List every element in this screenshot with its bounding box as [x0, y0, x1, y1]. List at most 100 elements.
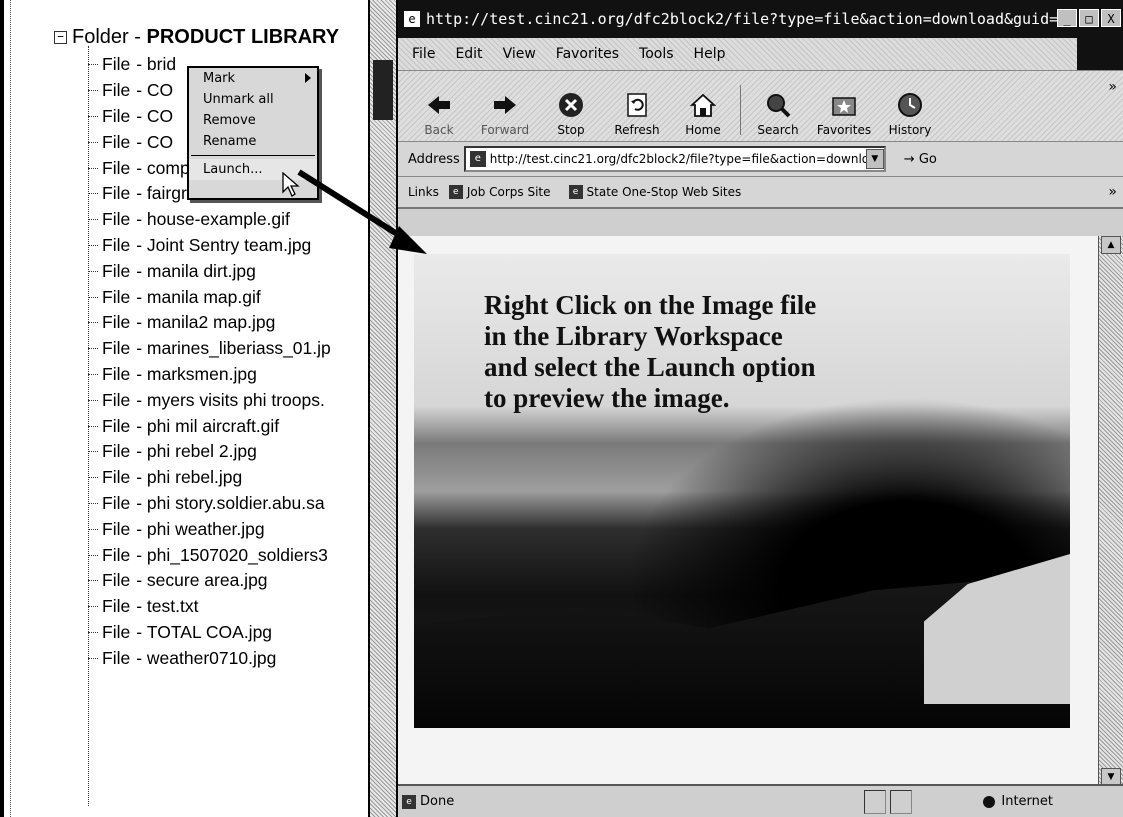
home-icon: [689, 93, 717, 117]
list-item[interactable]: File - marines_liberiass_01.jp: [88, 336, 331, 362]
instruction-caption: Right Click on the Image file in the Lib…: [484, 290, 816, 414]
menu-view[interactable]: View: [503, 46, 536, 62]
history-button[interactable]: History: [877, 91, 943, 141]
back-button[interactable]: Back: [406, 91, 472, 141]
menu-tools[interactable]: Tools: [639, 46, 674, 62]
collapse-icon[interactable]: −: [54, 31, 67, 44]
stop-button[interactable]: Stop: [538, 91, 604, 141]
search-icon: [767, 94, 791, 118]
links-more-chevron[interactable]: »: [1108, 184, 1117, 200]
annotation-arrow: [297, 169, 427, 254]
menu-separator: [191, 155, 315, 156]
search-label: Search: [757, 123, 799, 137]
file-sep: -: [136, 260, 143, 281]
list-item[interactable]: File - manila map.gif: [88, 284, 331, 310]
favorites-button[interactable]: Favorites: [811, 91, 877, 141]
list-item[interactable]: File - phi weather.jpg: [88, 516, 331, 542]
list-item[interactable]: File - myers visits phi troops.: [88, 387, 331, 413]
toolbar-more-chevron[interactable]: »: [1108, 79, 1117, 95]
list-item[interactable]: File - manila2 map.jpg: [88, 310, 331, 336]
menu-file[interactable]: File: [412, 46, 435, 62]
file-name: test.txt: [146, 596, 199, 617]
link-job-corps-site[interactable]: e Job Corps Site: [448, 185, 551, 199]
right-arrow-icon: [494, 96, 516, 114]
list-item[interactable]: File - test.txt: [88, 594, 331, 620]
standard-toolbar: Back Forward Stop Refresh Home Search Fa…: [398, 71, 1123, 142]
file-kind: File: [102, 209, 131, 230]
left-arrow-icon: [428, 96, 450, 114]
status-pane: [890, 789, 912, 814]
go-label: Go: [918, 151, 937, 167]
menu-item-rename[interactable]: Rename: [189, 131, 317, 152]
page-icon: e: [402, 794, 416, 809]
menu-item-mark[interactable]: Mark: [189, 68, 317, 89]
file-kind: File: [102, 234, 131, 255]
refresh-button[interactable]: Refresh: [604, 91, 670, 141]
file-name: marksmen.jpg: [146, 363, 257, 384]
file-kind: File: [102, 596, 131, 617]
history-clock-icon: [898, 93, 922, 117]
file-sep: -: [136, 157, 143, 178]
page-icon: e: [448, 185, 463, 199]
history-label: History: [888, 123, 932, 137]
file-kind: File: [102, 260, 131, 281]
folder-name: PRODUCT LIBRARY: [146, 26, 340, 48]
home-button[interactable]: Home: [670, 91, 736, 141]
file-kind: File: [102, 338, 131, 359]
menu-item-unmark-all[interactable]: Unmark all: [189, 89, 317, 110]
list-item[interactable]: File - phi story.soldier.abu.sa: [88, 491, 331, 517]
back-label: Back: [424, 123, 454, 137]
list-item[interactable]: File - secure area.jpg: [88, 568, 331, 594]
go-button[interactable]: → Go: [904, 152, 937, 167]
list-item[interactable]: File - phi rebel.jpg: [88, 465, 331, 491]
file-sep: -: [136, 621, 143, 642]
ie-page-icon: e: [404, 11, 420, 27]
browser-window: e http://test.cinc21.org/dfc2block2/file…: [396, 0, 1123, 817]
file-sep: -: [136, 286, 143, 307]
file-sep: -: [136, 544, 143, 565]
file-kind: File: [102, 621, 131, 642]
file-name: phi mil aircraft.gif: [146, 415, 280, 436]
menu-edit[interactable]: Edit: [455, 46, 482, 62]
address-label: Address: [408, 151, 460, 167]
file-name: phi_1507020_soldiers3: [146, 544, 328, 565]
tree-scrollbar[interactable]: [368, 0, 396, 817]
address-dropdown-icon[interactable]: ▼: [865, 149, 884, 169]
list-item[interactable]: File - marksmen.jpg: [88, 362, 331, 388]
file-sep: -: [136, 209, 143, 230]
link-state-one-stop[interactable]: e State One-Stop Web Sites: [568, 185, 741, 199]
list-item[interactable]: File - phi mil aircraft.gif: [88, 413, 331, 439]
file-sep: -: [136, 363, 143, 384]
forward-label: Forward: [480, 123, 530, 137]
page-scrollbar[interactable]: ▲ ▼: [1098, 236, 1123, 786]
search-button[interactable]: Search: [745, 91, 811, 141]
caption-line: and select the Launch option: [484, 352, 816, 382]
file-sep: -: [136, 389, 143, 410]
file-kind: File: [102, 518, 131, 539]
address-input[interactable]: e http://test.cinc21.org/dfc2block2/file…: [463, 146, 886, 172]
close-button[interactable]: X: [1101, 9, 1121, 27]
refresh-icon: [627, 93, 647, 117]
window-title: http://test.cinc21.org/dfc2block2/file?t…: [426, 10, 1086, 28]
list-item[interactable]: File - weather0710.jpg: [88, 645, 331, 671]
file-kind: File: [102, 570, 131, 591]
maximize-button[interactable]: □: [1079, 9, 1099, 27]
list-item[interactable]: File - phi_1507020_soldiers3: [88, 542, 331, 568]
file-sep: -: [136, 80, 143, 101]
scroll-up-icon[interactable]: ▲: [1101, 236, 1121, 254]
menu-item-remove[interactable]: Remove: [189, 110, 317, 131]
file-kind: File: [102, 467, 131, 488]
menu-help[interactable]: Help: [694, 46, 726, 62]
menu-favorites[interactable]: Favorites: [556, 46, 619, 62]
list-item[interactable]: File - TOTAL COA.jpg: [88, 620, 331, 646]
menu-item-mark-label: Mark: [203, 71, 236, 86]
home-label: Home: [685, 123, 721, 137]
tree-scroll-thumb[interactable]: [373, 60, 393, 120]
folder-row-product-library[interactable]: − Folder - PRODUCT LIBRARY: [54, 26, 339, 49]
file-sep: -: [136, 54, 143, 75]
file-sep: -: [136, 441, 143, 462]
list-item[interactable]: File - phi rebel 2.jpg: [88, 439, 331, 465]
minimize-button[interactable]: _: [1057, 9, 1077, 27]
file-sep: -: [136, 312, 143, 333]
forward-button[interactable]: Forward: [472, 91, 538, 141]
